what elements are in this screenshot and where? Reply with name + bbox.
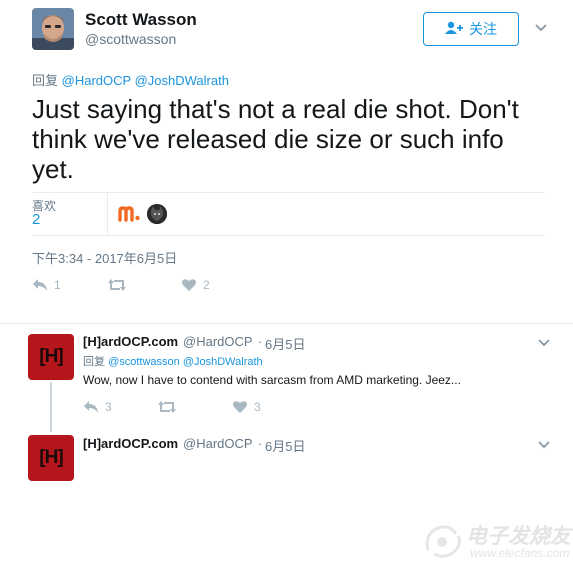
display-name[interactable]: [H]ardOCP.com bbox=[83, 436, 178, 451]
mention-link[interactable]: @scottwasson bbox=[108, 356, 180, 368]
tweet-timestamp[interactable]: 下午3:34 - 2017年6月5日 bbox=[32, 248, 177, 267]
avatar[interactable]: [H] bbox=[28, 435, 74, 481]
retweet-button[interactable] bbox=[158, 400, 182, 414]
like-button[interactable]: 2 bbox=[181, 278, 210, 292]
thread-connector bbox=[50, 382, 52, 432]
separator-dot: · bbox=[258, 436, 263, 451]
tweet-date[interactable]: 6月5日 bbox=[265, 436, 305, 455]
separator-dot: · bbox=[258, 334, 263, 349]
heart-icon bbox=[182, 279, 196, 291]
follow-label: 关注 bbox=[469, 21, 497, 37]
watermark-url: www.elecfans.com bbox=[470, 546, 570, 560]
like-count: 2 bbox=[203, 278, 210, 292]
user-handle[interactable]: @scottwasson bbox=[85, 31, 176, 47]
divider bbox=[32, 192, 545, 193]
reply-icon bbox=[33, 279, 47, 291]
avatar-text: [H] bbox=[39, 346, 63, 367]
mention-link[interactable]: @HardOCP bbox=[62, 73, 131, 88]
retweet-icon bbox=[158, 401, 176, 413]
reply-button[interactable]: 1 bbox=[32, 278, 61, 292]
tweet-text: Wow, now I have to contend with sarcasm … bbox=[83, 373, 461, 387]
chevron-down-icon[interactable] bbox=[538, 335, 550, 347]
avatar-text: [H] bbox=[39, 447, 63, 468]
like-button[interactable]: 3 bbox=[232, 400, 261, 414]
divider bbox=[32, 235, 545, 236]
follow-button[interactable]: 关注 bbox=[423, 12, 519, 46]
reply-context: 回复 @scottwasson @JoshDWalrath bbox=[83, 353, 263, 369]
divider bbox=[107, 193, 108, 235]
avatar[interactable]: [H] bbox=[28, 334, 74, 380]
mention-link[interactable]: @JoshDWalrath bbox=[135, 73, 229, 88]
tweet-text: Just saying that's not a real die shot. … bbox=[32, 94, 519, 184]
user-handle[interactable]: @HardOCP bbox=[183, 436, 253, 451]
user-handle[interactable]: @HardOCP bbox=[183, 334, 253, 349]
display-name[interactable]: [H]ardOCP.com bbox=[83, 334, 178, 349]
retweet-button[interactable] bbox=[108, 278, 132, 292]
reply-count: 1 bbox=[54, 278, 61, 292]
follow-user-icon bbox=[445, 21, 463, 38]
avatar[interactable] bbox=[32, 8, 74, 50]
liker-avatar[interactable] bbox=[118, 204, 142, 224]
reply-icon bbox=[84, 401, 98, 413]
watermark-logo-icon bbox=[420, 520, 466, 564]
likes-count[interactable]: 2 bbox=[32, 211, 40, 228]
divider bbox=[0, 323, 573, 324]
reply-prefix: 回复 bbox=[83, 356, 105, 368]
liker-avatar[interactable] bbox=[147, 204, 167, 224]
mention-link[interactable]: @JoshDWalrath bbox=[183, 356, 263, 368]
chevron-down-icon[interactable] bbox=[538, 437, 550, 449]
tweet-date[interactable]: 6月5日 bbox=[265, 334, 305, 353]
chevron-down-icon[interactable] bbox=[534, 20, 548, 34]
reply-count: 3 bbox=[105, 400, 112, 414]
retweet-icon bbox=[108, 279, 126, 291]
reply-context: 回复 @HardOCP @JoshDWalrath bbox=[32, 70, 229, 89]
reply-prefix: 回复 bbox=[32, 73, 59, 88]
heart-icon bbox=[233, 401, 247, 413]
reply-button[interactable]: 3 bbox=[83, 400, 112, 414]
display-name[interactable]: Scott Wasson bbox=[85, 10, 197, 30]
like-count: 3 bbox=[254, 400, 261, 414]
